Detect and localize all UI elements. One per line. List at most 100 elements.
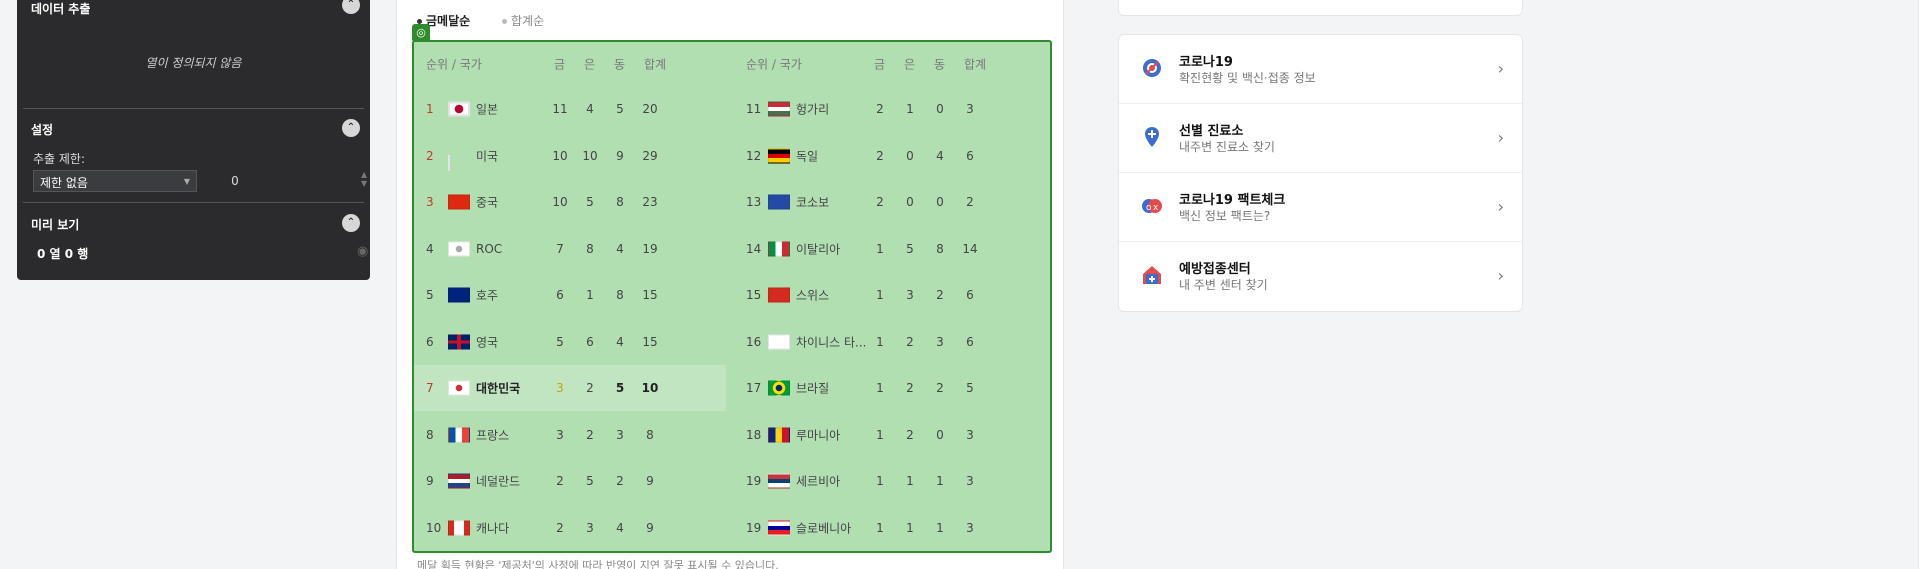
- gold-count: 2: [876, 148, 884, 163]
- bronze-count: 2: [936, 381, 944, 395]
- table-row[interactable]: 3 중국 10 5 8 23: [414, 179, 726, 225]
- total-count: 29: [642, 148, 658, 163]
- table-row[interactable]: 8 프랑스 3 2 3 8: [414, 412, 726, 458]
- table-row[interactable]: 2 미국 10 10 9 29: [414, 133, 726, 179]
- total-count: 8: [646, 427, 654, 442]
- silver-count: 0: [906, 148, 914, 163]
- country-name: 차이니스 타...: [796, 335, 867, 349]
- flag-icon: [768, 473, 790, 489]
- silver-count: 2: [586, 427, 594, 442]
- right-edge-panel: [1918, 0, 1932, 569]
- covid-icon: [1140, 56, 1164, 80]
- gold-count: 2: [876, 102, 884, 116]
- bronze-count: 4: [616, 520, 624, 535]
- bronze-count: 5: [616, 102, 624, 116]
- country-name: 독일: [796, 149, 819, 163]
- empty-columns-text: 열이 정의되지 않음: [145, 56, 242, 70]
- sort-tabs: 금메달순 합계순: [417, 12, 572, 29]
- table-row[interactable]: 17 브라질 1 2 2 5: [734, 365, 1046, 411]
- link-item[interactable]: 선별 진료소 내주변 진료소 찾기 ›: [1119, 104, 1522, 173]
- rank-number: 7: [426, 381, 434, 395]
- rank-number: 10: [426, 520, 442, 535]
- table-row[interactable]: 10 캐나다 2 3 4 9: [414, 505, 726, 551]
- silver-count: 5: [906, 241, 914, 256]
- svg-text:o: o: [1146, 203, 1152, 213]
- table-row[interactable]: 15 스위스 1 3 2 6: [734, 272, 1046, 318]
- table-row[interactable]: 14 이탈리아 1 5 8 14: [734, 226, 1046, 272]
- tab-total-order[interactable]: 합계순: [502, 14, 558, 28]
- flag-icon: [448, 101, 470, 117]
- table-row[interactable]: 12 독일 2 0 4 6: [734, 133, 1046, 179]
- table-row[interactable]: 18 루마니아 1 2 0 3: [734, 412, 1046, 458]
- preview-counts: 0 열 0 행: [37, 247, 89, 261]
- bronze-count: 5: [615, 381, 625, 395]
- country-name: 캐나다: [476, 521, 510, 535]
- limit-select[interactable]: 제한 없음 ▼: [33, 170, 197, 192]
- total-count: 14: [962, 241, 978, 256]
- flag-icon: [768, 287, 790, 303]
- table-row[interactable]: 4 ROC 7 8 4 19: [414, 226, 726, 272]
- rank-number: 12: [746, 148, 762, 163]
- selected-table-overlay[interactable]: ◎ 순위 / 국가 금 은 동 합계 1 일본 11 4 5 20 2 미국 10 10 9 29 3 중국 10 5 8…: [412, 24, 1052, 553]
- inactive-dot-icon: [502, 19, 507, 24]
- rank-number: 6: [426, 334, 434, 349]
- gold-count: 3: [556, 427, 564, 442]
- gold-count: 2: [556, 474, 564, 488]
- header-bronze: 동: [614, 57, 626, 72]
- chevron-right-icon: ›: [1497, 266, 1504, 285]
- chevron-down-icon: ▼: [183, 177, 190, 186]
- silver-count: 0: [906, 195, 914, 209]
- target-icon: ◎: [412, 24, 430, 42]
- rank-number: 13: [746, 195, 762, 209]
- total-count: 3: [966, 102, 974, 116]
- number-stepper[interactable]: ▲ ▼: [361, 170, 367, 188]
- flag-icon: [448, 194, 470, 210]
- total-count: 23: [642, 195, 658, 209]
- total-count: 3: [966, 427, 974, 442]
- link-item[interactable]: 코로나19 확진현황 및 백신·접종 정보 ›: [1119, 35, 1522, 104]
- rank-number: 19: [746, 520, 762, 535]
- bronze-count: 2: [936, 288, 944, 302]
- table-row[interactable]: 9 네덜란드 2 5 2 9: [414, 458, 726, 504]
- collapse-settings-icon[interactable]: ⌃: [342, 119, 360, 137]
- country-name: 영국: [476, 335, 499, 349]
- table-row[interactable]: 13 코소보 2 0 0 2: [734, 179, 1046, 225]
- table-row[interactable]: 7 대한민국 3 2 5 10: [414, 365, 726, 411]
- table-row[interactable]: 16 차이니스 타... 1 2 3 6: [734, 319, 1046, 365]
- eye-icon[interactable]: ◉: [357, 244, 368, 259]
- gold-count: 1: [876, 520, 884, 535]
- table-row[interactable]: 19 슬로베니아 1 1 1 3: [734, 505, 1046, 551]
- total-count: 2: [966, 195, 974, 209]
- country-name: 이탈리아: [796, 242, 841, 256]
- rank-number: 14: [746, 241, 762, 256]
- table-row[interactable]: 11 헝가리 2 1 0 3: [734, 86, 1046, 132]
- flag-icon: [768, 520, 790, 535]
- table-row[interactable]: 6 영국 5 6 4 15: [414, 319, 726, 365]
- silver-count: 8: [586, 241, 594, 256]
- table-row[interactable]: 1 일본 11 4 5 20: [414, 86, 726, 132]
- bronze-count: 4: [936, 148, 944, 163]
- table-row[interactable]: 19 세르비아 1 1 1 3: [734, 458, 1046, 504]
- table-row[interactable]: 5 호주 6 1 8 15: [414, 272, 726, 318]
- bronze-count: 8: [936, 241, 944, 256]
- link-subtitle: 백신 정보 팩트는?: [1179, 209, 1271, 223]
- silver-count: 3: [586, 520, 594, 535]
- rank-number: 16: [746, 334, 762, 349]
- link-title: 예방접종센터: [1179, 262, 1251, 277]
- flag-icon: [768, 194, 790, 210]
- flag-icon: [448, 334, 470, 349]
- gold-count: 7: [556, 241, 564, 256]
- link-item[interactable]: 예방접종센터 내 주변 센터 찾기 ›: [1119, 242, 1522, 311]
- total-count: 9: [646, 520, 654, 535]
- link-item[interactable]: o x 코로나19 팩트체크 백신 정보 팩트는? ›: [1119, 173, 1522, 242]
- total-count: 3: [966, 474, 974, 488]
- bronze-count: 8: [616, 195, 624, 209]
- medal-table-card: 금메달순 합계순 ◎ 순위 / 국가 금 은 동 합계 1 일본 11 4 5 20 2 미국 10 10 9…: [396, 0, 1064, 569]
- header-rank-country: 순위 / 국가: [426, 57, 482, 72]
- collapse-extract-icon[interactable]: ⌃: [342, 0, 360, 14]
- silver-count: 2: [906, 334, 914, 349]
- rank-number: 4: [426, 241, 434, 256]
- flag-icon: [448, 473, 470, 489]
- collapse-preview-icon[interactable]: ⌃: [342, 214, 360, 232]
- limit-number-input[interactable]: 0: [223, 174, 247, 188]
